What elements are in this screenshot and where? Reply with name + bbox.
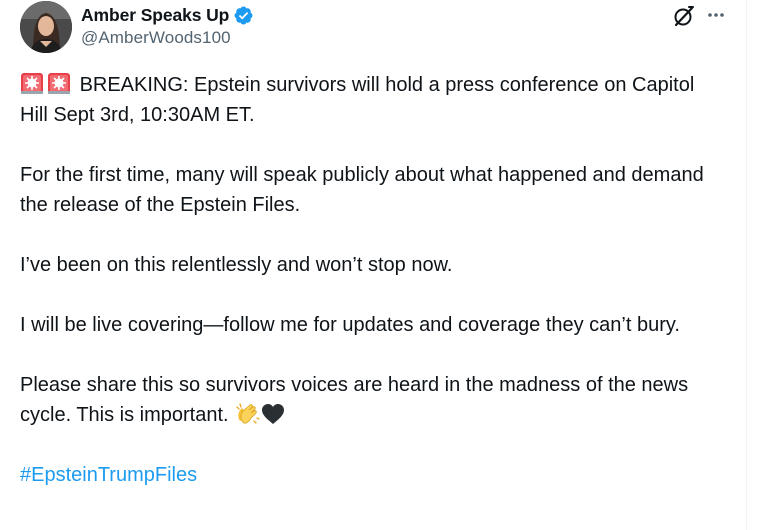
tweet-text: BREAKING: Epstein survivors will hold a … [20, 70, 720, 520]
tweet-paragraph-5-text: Please share this so survivors voices ar… [20, 374, 689, 426]
police-light-emoji-icon [47, 71, 71, 95]
police-light-emoji-icon [20, 71, 44, 95]
tweet-paragraph-1: BREAKING: Epstein survivors will hold a … [20, 70, 720, 130]
tweet-paragraph-1-text: BREAKING: Epstein survivors will hold a … [20, 74, 695, 126]
tweet-card: Amber Speaks Up @AmberWoods100 BREAKING:… [0, 0, 747, 530]
verified-badge-icon[interactable] [233, 5, 254, 26]
avatar-image [20, 1, 72, 53]
author-display-name[interactable]: Amber Speaks Up [81, 5, 229, 26]
hashtag-link[interactable]: #EpsteinTrumpFiles [20, 464, 197, 486]
author-name-row[interactable]: Amber Speaks Up [81, 3, 254, 27]
author-handle[interactable]: @AmberWoods100 [81, 28, 231, 48]
clapping-hands-emoji-icon [234, 401, 260, 427]
tweet-paragraph-3: I’ve been on this relentlessly and won’t… [20, 254, 453, 276]
tweet-hashtag-line: #EpsteinTrumpFiles [20, 460, 720, 490]
tweet-paragraph-5: Please share this so survivors voices ar… [20, 370, 720, 430]
black-heart-emoji-icon [260, 401, 286, 427]
grok-icon[interactable] [672, 4, 696, 28]
more-options-icon[interactable] [705, 4, 727, 26]
tweet-paragraph-4: I will be live covering—follow me for up… [20, 314, 680, 336]
avatar[interactable] [20, 1, 72, 53]
tweet-paragraph-2: For the first time, many will speak publ… [20, 164, 704, 216]
